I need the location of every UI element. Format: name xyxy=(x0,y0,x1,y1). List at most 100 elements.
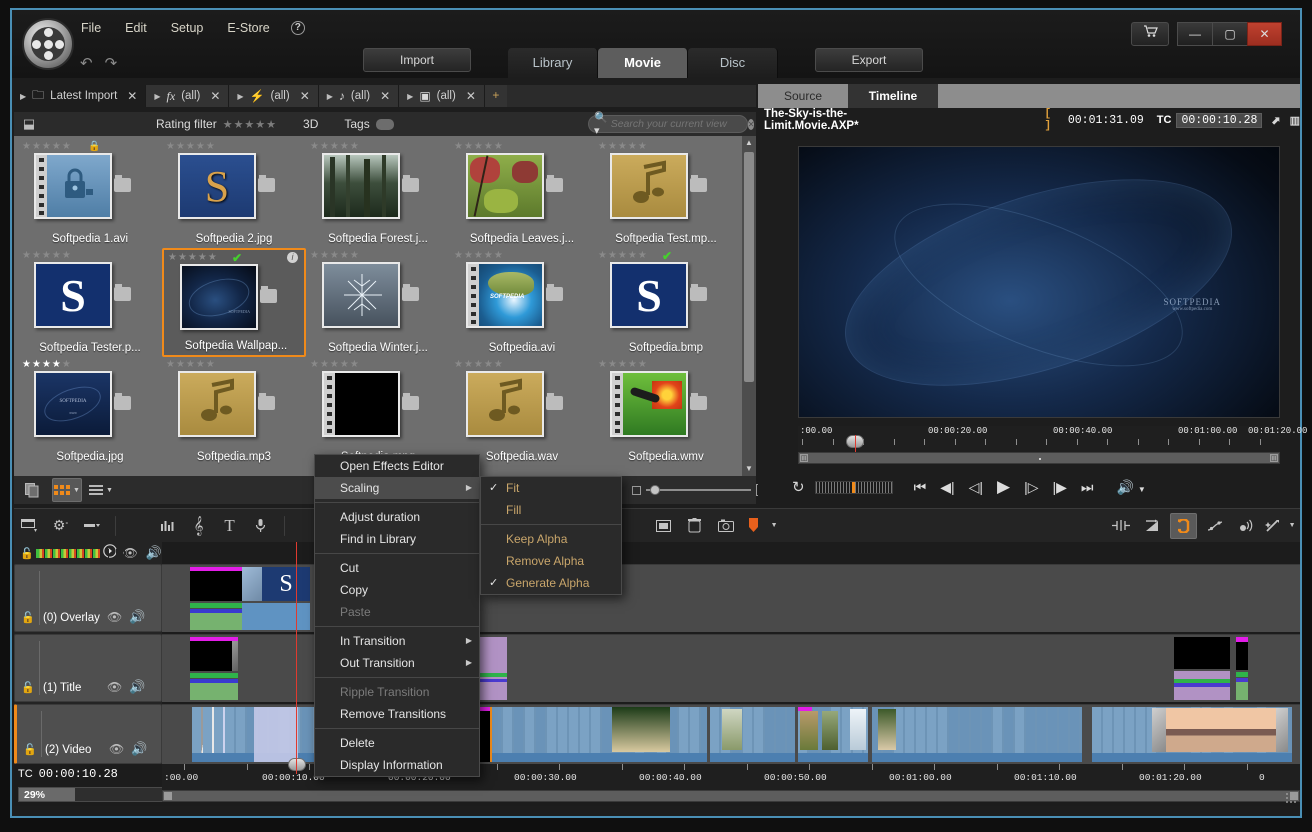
asset-rating[interactable]: ★★★★★ xyxy=(168,252,218,263)
lock-icon[interactable]: 🔓 xyxy=(21,611,35,624)
menu-item[interactable]: Cut xyxy=(315,557,479,579)
asset-item[interactable]: ★★★★★Softpedia Leaves.j... xyxy=(450,139,594,248)
expand-meter-icon[interactable] xyxy=(103,544,117,563)
timeline-clip[interactable] xyxy=(254,707,298,762)
rating-filter-stars[interactable]: ★★★★★ xyxy=(223,118,277,131)
visibility-icon[interactable]: 👁 xyxy=(107,680,122,694)
asset-item[interactable]: ★★★★★SSoftpedia Tester.p... xyxy=(18,248,162,357)
speaker-icon[interactable]: 🔊 xyxy=(129,609,145,625)
slider-track[interactable] xyxy=(646,489,751,491)
asset-grid-scrollbar[interactable]: ▲ ▼ xyxy=(742,136,756,476)
clipboard-button[interactable] xyxy=(650,513,677,539)
voiceover-button[interactable] xyxy=(247,513,274,539)
scrollbar-thumb[interactable] xyxy=(744,152,754,382)
audio-scrub-button[interactable] xyxy=(1232,513,1259,539)
magnet-snap-button[interactable] xyxy=(1170,513,1197,539)
close-button[interactable]: ✕ xyxy=(1247,22,1282,46)
track-header[interactable]: 🔓(2) Video👁🔊 xyxy=(14,704,162,764)
asset-folder-icon[interactable] xyxy=(114,178,131,192)
asset-rating[interactable]: ★★★★★ xyxy=(454,141,504,152)
markers-button[interactable] xyxy=(78,513,105,539)
asset-folder-icon[interactable] xyxy=(546,178,563,192)
asset-rating[interactable]: ★★★★★ xyxy=(310,250,360,261)
asset-item[interactable]: ★★★★★Softpedia Test.mp... xyxy=(594,139,738,248)
library-tab-effects[interactable]: ▶ fx (all) ✕ xyxy=(146,85,229,107)
asset-folder-icon[interactable] xyxy=(546,396,563,410)
asset-folder-icon[interactable] xyxy=(402,287,419,301)
split-clip-button[interactable] xyxy=(1108,513,1135,539)
menu-item[interactable]: Scaling▶ xyxy=(315,477,479,499)
menu-item[interactable]: Copy xyxy=(315,579,479,601)
clear-search-icon[interactable]: ✕ xyxy=(748,119,755,130)
close-icon[interactable]: ✕ xyxy=(210,89,220,103)
skip-to-end-icon[interactable]: ⏭ xyxy=(1081,479,1094,496)
delete-button[interactable] xyxy=(681,513,708,539)
menu-item[interactable]: Remove Transitions xyxy=(315,703,479,725)
speaker-icon[interactable]: 🔊 xyxy=(129,679,145,695)
search-input[interactable] xyxy=(611,118,748,130)
asset-rating[interactable]: ★★★★★ xyxy=(598,359,648,370)
asset-item[interactable]: ★★★★★✔iSOFTPEDIASoftpedia Wallpap... xyxy=(162,248,306,357)
asset-rating[interactable]: ★★★★★ xyxy=(454,250,504,261)
close-icon[interactable]: ✕ xyxy=(380,89,390,103)
step-back-icon[interactable]: ◁| xyxy=(969,479,983,496)
cart-icon[interactable] xyxy=(1131,22,1169,46)
close-icon[interactable]: ✕ xyxy=(300,89,310,103)
snapshot-button[interactable] xyxy=(712,513,739,539)
scroll-left-handle[interactable]: ◫ xyxy=(800,454,808,462)
scroll-down-icon[interactable]: ▼ xyxy=(742,462,756,476)
scroll-left-handle[interactable] xyxy=(164,792,172,800)
close-icon[interactable]: ✕ xyxy=(466,89,476,103)
menu-item[interactable]: ✓Generate Alpha xyxy=(481,572,621,594)
lock-icon[interactable]: 🔓 xyxy=(23,743,37,756)
asset-item[interactable]: ★★★★★SSoftpedia 2.jpg xyxy=(162,139,306,248)
scaling-submenu[interactable]: ✓FitFillKeep AlphaRemove Alpha✓Generate … xyxy=(480,476,622,595)
track-header[interactable]: 🔓(0) Overlay👁🔊 xyxy=(14,564,162,632)
player-scrollbar[interactable]: ◫ ◫ xyxy=(798,452,1280,464)
player-ruler[interactable]: :00.0000:00:20.0000:00:40.0000:01:00.000… xyxy=(798,426,1280,452)
menu-estore[interactable]: E-Store xyxy=(224,19,272,37)
timeline-clip[interactable] xyxy=(798,707,868,762)
thumbnail-view-icon[interactable]: ▼ xyxy=(52,478,82,502)
clip-context-menu[interactable]: Open Effects EditorScaling▶Adjust durati… xyxy=(314,454,480,777)
timecode-field[interactable]: 00:00:10.28 xyxy=(1176,113,1262,128)
playhead-handle[interactable] xyxy=(288,758,306,771)
library-tab-latest-import[interactable]: ▶ 🗀 Latest Import ✕ xyxy=(14,85,146,107)
asset-folder-icon[interactable] xyxy=(114,396,131,410)
menu-item[interactable]: Open Effects Editor xyxy=(315,455,479,477)
menu-item[interactable]: Delete xyxy=(315,732,479,754)
timeline-clip[interactable] xyxy=(1236,637,1248,700)
menu-item[interactable]: Out Transition▶ xyxy=(315,652,479,674)
scene-view-icon[interactable] xyxy=(18,478,48,502)
next-frame-icon[interactable]: |▶ xyxy=(1052,479,1066,496)
visibility-icon[interactable]: 👁 xyxy=(109,742,124,756)
asset-item[interactable]: ★★★★★SOFTPEDIASoftpedia.avi xyxy=(450,248,594,357)
menu-item[interactable]: Fill xyxy=(481,499,621,521)
tab-library[interactable]: Library xyxy=(508,48,598,78)
asset-rating[interactable]: ★★★★★ xyxy=(166,141,216,152)
help-icon[interactable]: ? xyxy=(291,21,305,35)
timeline-clip[interactable] xyxy=(872,707,1082,762)
asset-rating[interactable]: ★★★★★ xyxy=(310,359,360,370)
timeline-timecode[interactable]: TC00:00:10.28 xyxy=(18,767,118,781)
asset-rating[interactable]: ★★★★★ xyxy=(598,250,648,261)
tab-source[interactable]: Source xyxy=(758,84,848,108)
tags-toggle[interactable] xyxy=(376,119,394,130)
library-tab-photos[interactable]: ▶ ▣ (all) ✕ xyxy=(399,85,485,107)
dual-view-icon[interactable]: ▥ xyxy=(1290,114,1300,127)
asset-folder-icon[interactable] xyxy=(690,178,707,192)
menu-file[interactable]: File xyxy=(78,19,104,37)
library-tab-transitions[interactable]: ▶ ⚡ (all) ✕ xyxy=(229,85,318,107)
asset-item[interactable]: ★★★★★Softpedia.wav xyxy=(450,357,594,466)
asset-item[interactable]: ★★★★★✔SSoftpedia.bmp xyxy=(594,248,738,357)
menu-item[interactable]: In Transition▶ xyxy=(315,630,479,652)
timeline-clip[interactable]: S xyxy=(190,567,310,630)
loop-icon[interactable]: ↻ xyxy=(792,478,805,496)
chevron-down-icon[interactable]: ▼ xyxy=(1286,513,1298,539)
menu-item[interactable]: Keep Alpha xyxy=(481,528,621,550)
asset-folder-icon[interactable] xyxy=(546,287,563,301)
menu-item[interactable]: ✓Fit xyxy=(481,477,621,499)
title-editor-button[interactable]: T xyxy=(216,513,243,539)
audio-mixer-button[interactable] xyxy=(154,513,181,539)
thumbnail-size-slider[interactable] xyxy=(632,483,768,497)
